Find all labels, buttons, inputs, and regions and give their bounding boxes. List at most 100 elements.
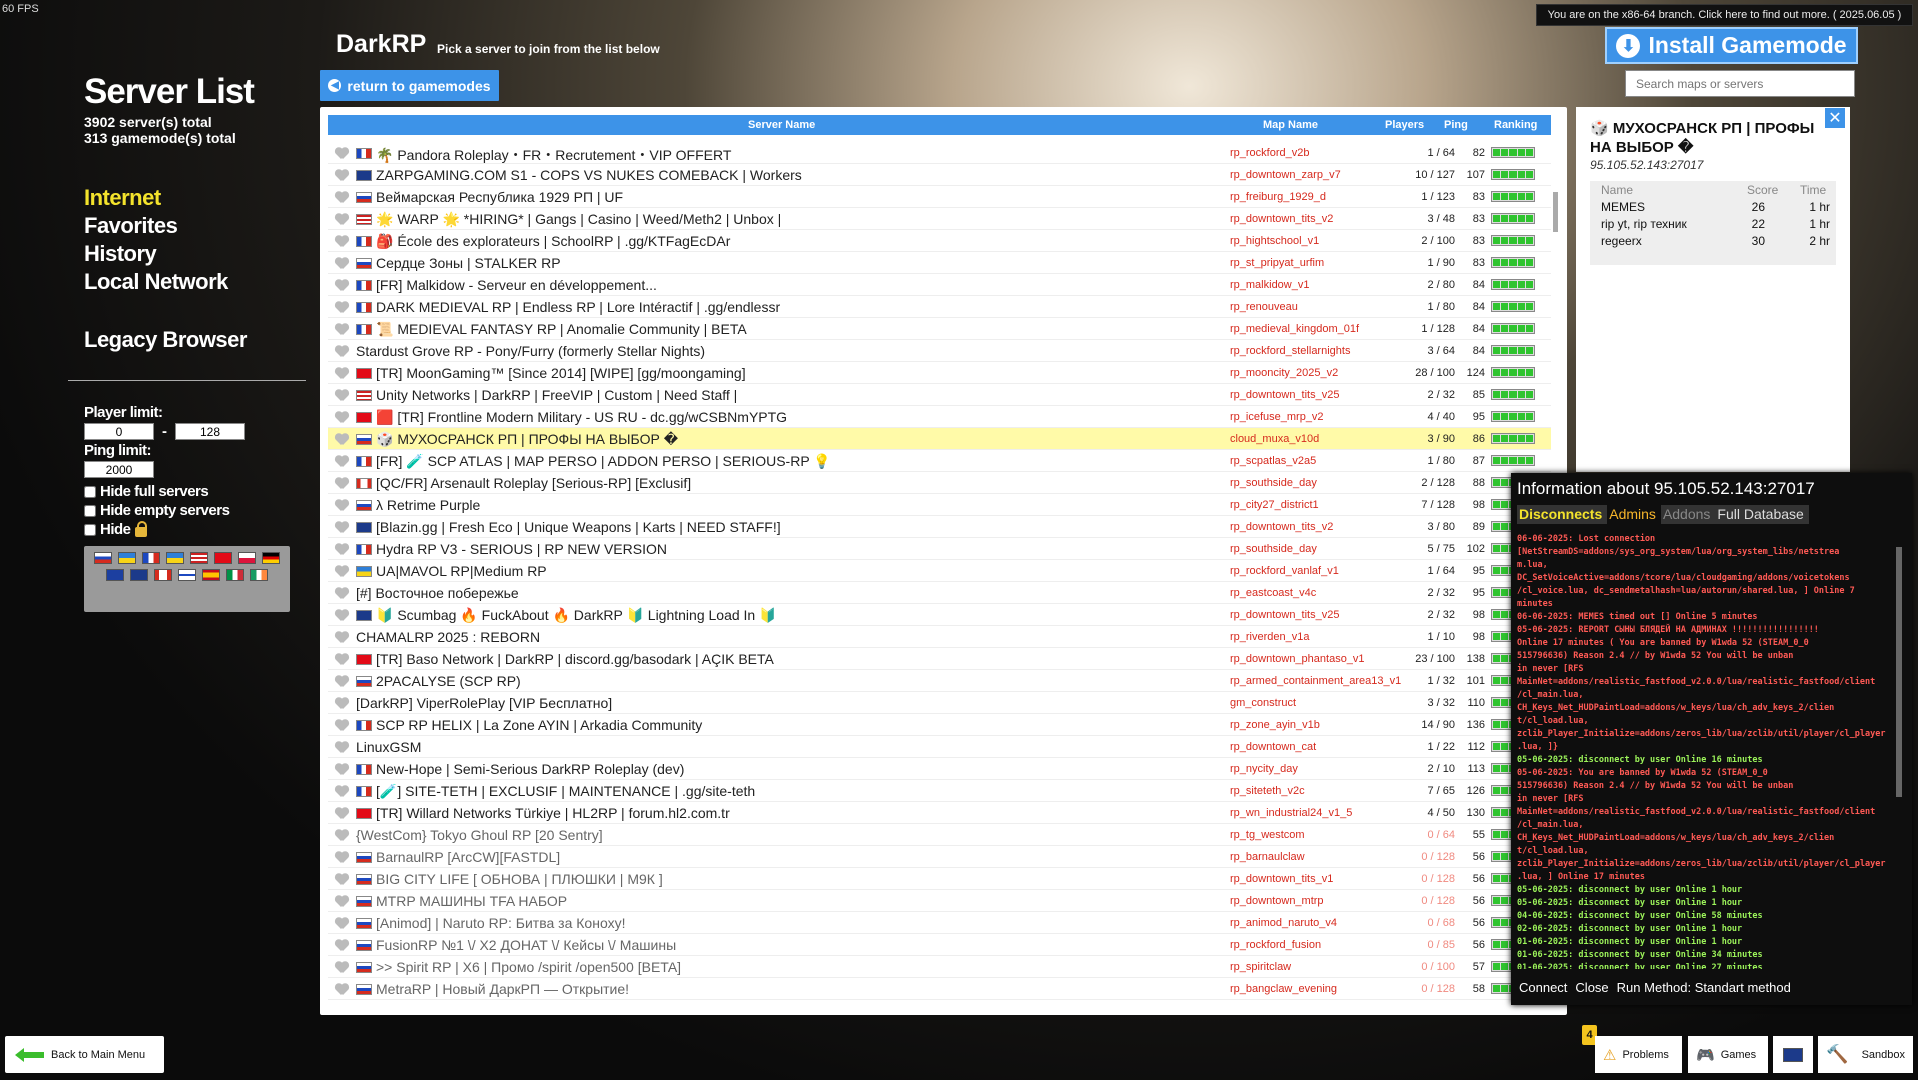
server-row[interactable]: Stardust Grove RP - Pony/Furry (formerly… [328, 340, 1551, 362]
flag-ie-icon[interactable] [250, 569, 268, 581]
server-row[interactable]: 🎲 МУХОСРАНСК РП | ПРОФЫ НА ВЫБОР � cloud_… [328, 428, 1551, 450]
hide-locked-checkbox[interactable] [84, 523, 96, 536]
favorite-heart-icon[interactable] [335, 676, 349, 687]
nav-favorites[interactable]: Favorites [84, 212, 306, 240]
col-ping[interactable]: Ping [1444, 119, 1468, 131]
flag-ru-icon[interactable] [94, 552, 112, 564]
flag-gb-icon[interactable] [130, 569, 148, 581]
server-row[interactable]: Hydra RP V3 - SERIOUS | RP NEW VERSION rp… [328, 538, 1551, 560]
player-max-input[interactable] [175, 423, 245, 440]
server-row[interactable]: 🎒 École des explorateurs | SchoolRP | .g… [328, 230, 1551, 252]
favorite-heart-icon[interactable] [335, 962, 349, 973]
flag-tr-icon[interactable] [214, 552, 232, 564]
favorite-heart-icon[interactable] [335, 610, 349, 621]
player-min-input[interactable] [84, 423, 154, 440]
favorite-heart-icon[interactable] [335, 742, 349, 753]
server-row[interactable]: 📜 MEDIEVAL FANTASY RP | Anomalie Communi… [328, 318, 1551, 340]
favorite-heart-icon[interactable] [335, 654, 349, 665]
server-row[interactable]: [FR] Malkidow - Serveur en développement… [328, 274, 1551, 296]
server-row[interactable]: [Animod] | Naruto RP: Битва за Коноху! rp… [328, 912, 1551, 934]
server-row[interactable]: [#] Восточное побережье rp_eastcoast_v4c 2… [328, 582, 1551, 604]
tab-admins[interactable]: Admins [1607, 505, 1661, 524]
col-server-name[interactable]: Server Name [748, 119, 815, 131]
server-row[interactable]: >> Spirit RP | X6 | Промо /spirit /open5… [328, 956, 1551, 978]
server-row[interactable]: MTRP МАШИНЫ TFA НАБОР rp_downtown_mtrp 0 /… [328, 890, 1551, 912]
favorite-heart-icon[interactable] [335, 940, 349, 951]
server-row[interactable]: UA|MAVOL RP|Medium RP rp_rockford_vanlaf_… [328, 560, 1551, 582]
games-button[interactable]: 🎮 Games [1688, 1036, 1768, 1073]
server-row[interactable]: [QC/FR] Arsenault Roleplay [Serious-RP] … [328, 472, 1551, 494]
hide-full-checkbox[interactable] [84, 485, 96, 498]
scroll-thumb[interactable] [1553, 192, 1558, 232]
favorite-heart-icon[interactable] [335, 720, 349, 731]
favorite-heart-icon[interactable] [335, 302, 349, 313]
install-gamemode-button[interactable]: ⬇ Install Gamemode [1605, 27, 1858, 64]
hide-empty-checkbox[interactable] [84, 504, 96, 517]
server-row[interactable]: [TR] Baso Network | DarkRP | discord.gg/… [328, 648, 1551, 670]
server-row[interactable]: [Blazin.gg | Fresh Eco | Unique Weapons … [328, 516, 1551, 538]
hide-locked-option[interactable]: Hide [84, 520, 306, 539]
favorite-heart-icon[interactable] [335, 566, 349, 577]
favorite-heart-icon[interactable] [335, 852, 349, 863]
hide-full-option[interactable]: Hide full servers [84, 482, 306, 501]
favorite-heart-icon[interactable] [335, 918, 349, 929]
favorite-heart-icon[interactable] [335, 632, 349, 643]
server-row[interactable]: Веймарская Республика 1929 РП | UF rp_fre… [328, 186, 1551, 208]
favorite-heart-icon[interactable] [335, 808, 349, 819]
server-row[interactable]: Сердце Зоны | STALKER RP rp_st_pripyat_ur… [328, 252, 1551, 274]
favorite-heart-icon[interactable] [335, 214, 349, 225]
server-row[interactable]: CHAMALRP 2025 : REBORN rp_riverden_v1a 1 /… [328, 626, 1551, 648]
server-row[interactable]: New-Hope | Semi-Serious DarkRP Roleplay … [328, 758, 1551, 780]
favorite-heart-icon[interactable] [335, 324, 349, 335]
server-row[interactable]: LinuxGSM rp_downtown_cat 1 / 22 112 [328, 736, 1551, 758]
favorite-heart-icon[interactable] [335, 698, 349, 709]
col-players[interactable]: Players [1385, 119, 1424, 131]
server-row[interactable]: [DarkRP] ViperRolePlay [VIP Бесплатно] gm… [328, 692, 1551, 714]
nav-legacy-browser[interactable]: Legacy Browser [84, 326, 306, 354]
favorite-heart-icon[interactable] [335, 874, 349, 885]
nav-internet[interactable]: Internet [84, 184, 306, 212]
server-row[interactable]: [FR] 🧪 SCP ATLAS | MAP PERSO | ADDON PER… [328, 450, 1551, 472]
favorite-heart-icon[interactable] [335, 280, 349, 291]
server-row[interactable]: 🌟 WARP 🌟 *HIRING* | Gangs | Casino | Wee… [328, 208, 1551, 230]
favorite-heart-icon[interactable] [335, 368, 349, 379]
return-to-gamemodes-button[interactable]: ◀ return to gamemodes [320, 70, 499, 101]
favorite-heart-icon[interactable] [335, 192, 349, 203]
nav-local-network[interactable]: Local Network [84, 268, 306, 296]
favorite-heart-icon[interactable] [335, 544, 349, 555]
flag-de-icon[interactable] [262, 552, 280, 564]
favorite-heart-icon[interactable] [335, 896, 349, 907]
server-row[interactable]: SCP RP HELIX | La Zone AYIN | Arkadia Co… [328, 714, 1551, 736]
tab-disconnects[interactable]: Disconnects [1517, 505, 1608, 524]
favorite-heart-icon[interactable] [335, 984, 349, 995]
branch-notice[interactable]: You are on the x86-64 branch. Click here… [1536, 4, 1913, 26]
flag-fi-icon[interactable] [178, 569, 196, 581]
server-row[interactable]: Unity Networks | DarkRP | FreeVIP | Cust… [328, 384, 1551, 406]
search-input[interactable] [1625, 70, 1855, 97]
server-row[interactable]: ZARPGAMING.COM S1 - COPS VS NUKES COMEBA… [328, 164, 1551, 186]
favorite-heart-icon[interactable] [335, 522, 349, 533]
flag-fr-icon[interactable] [142, 552, 160, 564]
favorite-heart-icon[interactable] [335, 588, 349, 599]
favorite-heart-icon[interactable] [335, 148, 349, 159]
server-row[interactable]: [🧪] SITE-TETH | EXCLUSIF | MAINTENANCE |… [328, 780, 1551, 802]
favorite-heart-icon[interactable] [335, 346, 349, 357]
flag-ua-icon[interactable] [118, 552, 136, 564]
favorite-heart-icon[interactable] [335, 412, 349, 423]
nav-history[interactable]: History [84, 240, 306, 268]
close-button[interactable]: Close [1575, 980, 1608, 995]
favorite-heart-icon[interactable] [335, 478, 349, 489]
favorite-heart-icon[interactable] [335, 390, 349, 401]
favorite-heart-icon[interactable] [335, 830, 349, 841]
server-row[interactable]: 2PACALYSE (SCP RP) rp_armed_containment_a… [328, 670, 1551, 692]
server-row[interactable]: FusionRP №1 \/ X2 ДОНАТ \/ Кейсы \/ Маши… [328, 934, 1551, 956]
flag-pl-icon[interactable] [238, 552, 256, 564]
favorite-heart-icon[interactable] [335, 786, 349, 797]
col-map-name[interactable]: Map Name [1263, 119, 1318, 131]
server-row[interactable]: λ Retrime Purple rp_city27_district1 7 / 1… [328, 494, 1551, 516]
col-ranking[interactable]: Ranking [1494, 119, 1537, 131]
server-row[interactable]: DARK MEDIEVAL RP | Endless RP | Lore Int… [328, 296, 1551, 318]
flag-ca-icon[interactable] [154, 569, 172, 581]
sandbox-button[interactable]: 🔨 Sandbox [1818, 1036, 1913, 1073]
tab-addons[interactable]: Addons [1660, 505, 1716, 524]
